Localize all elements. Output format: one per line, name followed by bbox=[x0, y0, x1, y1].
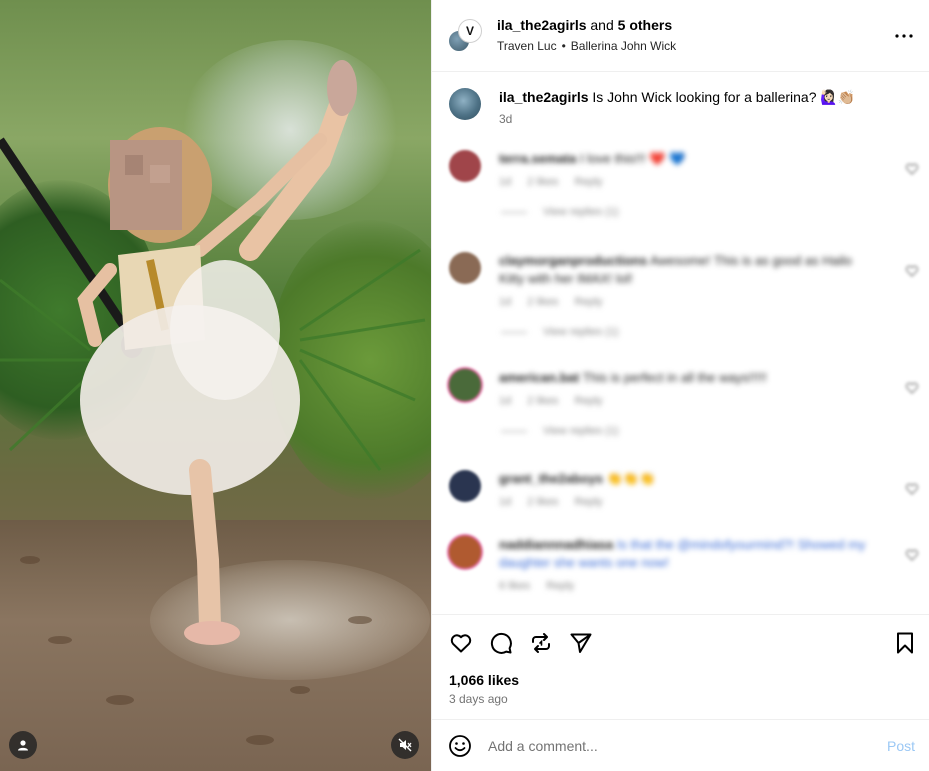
audio-toggle-button[interactable] bbox=[391, 731, 419, 759]
comment-text: 👏👏👏 bbox=[606, 471, 656, 486]
comment-likes: 2 likes bbox=[527, 496, 559, 508]
collab-avatars[interactable]: V bbox=[447, 19, 482, 53]
avatar[interactable] bbox=[449, 470, 481, 502]
view-replies-button[interactable]: View replies (1) bbox=[499, 425, 879, 437]
share-button[interactable] bbox=[568, 630, 594, 656]
heart-icon[interactable] bbox=[905, 548, 919, 562]
reply-button[interactable]: Reply bbox=[546, 580, 574, 592]
collaborator-name[interactable]: Traven Luc bbox=[497, 39, 557, 53]
comment-body: grant_the2aboys 👏👏👏 1d 2 likes Reply bbox=[499, 470, 879, 508]
separator-dot: • bbox=[561, 39, 566, 53]
and-text: and bbox=[590, 17, 614, 33]
bookmark-icon bbox=[897, 632, 913, 654]
caption-username[interactable]: ila_the2agirls bbox=[499, 89, 589, 105]
heart-icon[interactable] bbox=[905, 482, 919, 496]
comment-username[interactable]: terra.semata bbox=[499, 151, 576, 166]
reply-button[interactable]: Reply bbox=[574, 296, 602, 308]
avatar[interactable] bbox=[449, 369, 481, 401]
reply-button[interactable]: Reply bbox=[574, 395, 602, 407]
save-button[interactable] bbox=[892, 630, 918, 656]
comment-username[interactable]: grant_the2aboys bbox=[499, 471, 603, 486]
comment-time: 1d bbox=[499, 296, 512, 308]
muted-speaker-icon bbox=[398, 738, 412, 752]
smiley-icon bbox=[449, 735, 471, 757]
caption-timestamp: 3d bbox=[499, 112, 513, 126]
caption-body: Is John Wick looking for a ballerina? 🙋🏻… bbox=[592, 89, 856, 105]
avatar[interactable] bbox=[449, 150, 481, 182]
audio-title[interactable]: Ballerina John Wick bbox=[571, 39, 676, 53]
comment-body: naddiannnadhiasa Is that the @mindofyour… bbox=[499, 536, 879, 592]
reply-button[interactable]: Reply bbox=[574, 496, 602, 508]
view-replies-button[interactable]: View replies (1) bbox=[499, 206, 879, 218]
view-replies-button[interactable]: View replies (1) bbox=[499, 326, 879, 338]
tagged-users-button[interactable] bbox=[9, 731, 37, 759]
comment-username[interactable]: american.bat bbox=[499, 370, 579, 385]
heart-icon[interactable] bbox=[905, 162, 919, 176]
comment-likes: 2 likes bbox=[527, 296, 559, 308]
comment-button[interactable] bbox=[488, 630, 514, 656]
paper-plane-icon bbox=[570, 633, 592, 653]
heart-icon[interactable] bbox=[905, 381, 919, 395]
post-subtitle: Traven Luc • Ballerina John Wick bbox=[497, 39, 676, 53]
avatar[interactable] bbox=[449, 88, 481, 120]
post-sidebar: V ila_the2agirls and 5 others Traven Luc… bbox=[431, 0, 929, 771]
comment-body: claymorganproductions Awesome! This is a… bbox=[499, 252, 879, 338]
post-actions: 1,066 likes 3 days ago bbox=[432, 614, 929, 720]
post-header: V ila_the2agirls and 5 others Traven Luc… bbox=[432, 0, 929, 72]
dancer-figure bbox=[0, 60, 426, 745]
speech-bubble-icon bbox=[490, 632, 512, 654]
comment-body: terra.semata I love this!!! ❤️ 💙 1d 2 lik… bbox=[499, 150, 879, 218]
more-horizontal-icon bbox=[895, 34, 913, 38]
post-date: 3 days ago bbox=[449, 692, 508, 706]
comment-text: This is perfect in all the ways!!!!! bbox=[582, 370, 767, 385]
post-comment-button[interactable]: Post bbox=[887, 738, 915, 754]
emoji-button[interactable] bbox=[448, 734, 474, 760]
comment-text: I love this!!! ❤️ 💙 bbox=[579, 151, 686, 166]
repost-icon bbox=[532, 633, 550, 653]
comment-time: 1d bbox=[499, 496, 512, 508]
reply-button[interactable]: Reply bbox=[574, 176, 602, 188]
comment-username[interactable]: naddiannnadhiasa bbox=[499, 537, 613, 552]
post-media[interactable] bbox=[0, 0, 431, 771]
person-icon bbox=[18, 740, 28, 751]
comment-time: 1d bbox=[499, 395, 512, 407]
repost-button[interactable] bbox=[528, 630, 554, 656]
caption-text: ila_the2agirls Is John Wick looking for … bbox=[499, 89, 855, 106]
likes-count[interactable]: 1,066 likes bbox=[449, 672, 519, 688]
comment-likes: 2 likes bbox=[527, 395, 559, 407]
like-button[interactable] bbox=[448, 630, 474, 656]
comment-composer: Post bbox=[432, 719, 929, 771]
others-link[interactable]: 5 others bbox=[618, 17, 672, 33]
comment-body: american.bat This is perfect in all the … bbox=[499, 369, 879, 437]
post-authors: ila_the2agirls and 5 others bbox=[497, 17, 672, 33]
avatar[interactable] bbox=[449, 536, 481, 568]
comment-input[interactable] bbox=[488, 734, 868, 758]
heart-icon bbox=[450, 634, 472, 653]
comment-username[interactable]: claymorganproductions bbox=[499, 253, 647, 268]
comment-time: 1d bbox=[499, 176, 512, 188]
avatar[interactable] bbox=[449, 252, 481, 284]
secondary-avatar: V bbox=[458, 19, 482, 43]
comment-time: 6 likes bbox=[499, 580, 531, 592]
author-username[interactable]: ila_the2agirls bbox=[497, 17, 587, 33]
more-options-button[interactable] bbox=[892, 24, 916, 48]
heart-icon[interactable] bbox=[905, 264, 919, 278]
comment-likes: 2 likes bbox=[527, 176, 559, 188]
